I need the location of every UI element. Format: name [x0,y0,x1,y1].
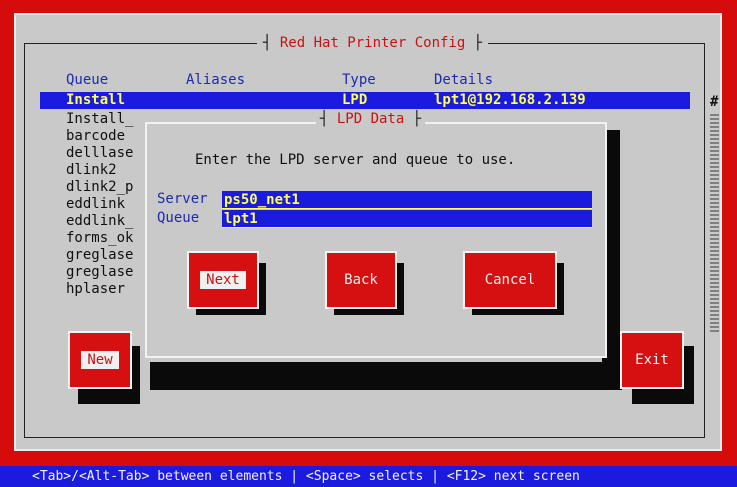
list-item[interactable]: hplaser [66,281,148,298]
queue-field[interactable]: lpt1 [222,210,592,228]
list-item[interactable]: eddlink_ [66,213,148,230]
row-details: lpt1@192.168.2.139 [434,92,586,108]
dialog-prompt: Enter the LPD server and queue to use. [195,152,516,168]
cancel-button-label: Cancel [484,272,536,288]
new-button[interactable]: New [68,331,132,389]
window-title-text: Red Hat Printer Config [279,35,466,51]
list-item[interactable]: eddlink [66,196,148,213]
column-header-aliases: Aliases [186,72,246,88]
column-header-type: Type [342,72,376,88]
dialog-shadow-bottom [150,362,622,390]
list-item[interactable]: greglase [66,247,148,264]
back-button[interactable]: Back [325,251,397,309]
back-button-label: Back [344,272,378,288]
queue-label: Queue [157,210,200,226]
list-item[interactable]: barcode [66,128,148,145]
cancel-button[interactable]: Cancel [463,251,557,309]
dialog-title-text: LPD Data [336,111,405,127]
exit-button-label: Exit [635,352,669,368]
list-item[interactable]: greglase [66,264,148,281]
list-item[interactable]: forms_ok [66,230,148,247]
list-item[interactable]: dlink2_p [66,179,148,196]
table-row-selected[interactable]: Install LPD lpt1@192.168.2.139 [40,92,690,109]
status-bar: <Tab>/<Alt-Tab> between elements | <Spac… [0,466,737,487]
list-item[interactable]: delllase [66,145,148,162]
column-header-details: Details [434,72,494,88]
row-queue: Install [66,92,126,108]
list-item[interactable]: dlink2 [66,162,148,179]
column-header-queue: Queue [66,72,109,88]
list-item[interactable]: Install_ [66,111,148,128]
window-title: ┤ Red Hat Printer Config ├ [257,33,489,53]
server-label: Server [157,191,208,207]
server-field[interactable]: ps50_net1 [222,191,592,209]
row-type: LPD [342,92,368,108]
exit-button[interactable]: Exit [620,331,684,389]
scrollbar-thumb[interactable]: # [710,95,720,109]
next-button-label: Next [200,271,246,289]
dialog-title: ┤ LPD Data ├ [316,110,426,128]
new-button-label: New [81,351,119,369]
scrollbar-track[interactable] [710,112,719,332]
next-button[interactable]: Next [187,251,259,309]
